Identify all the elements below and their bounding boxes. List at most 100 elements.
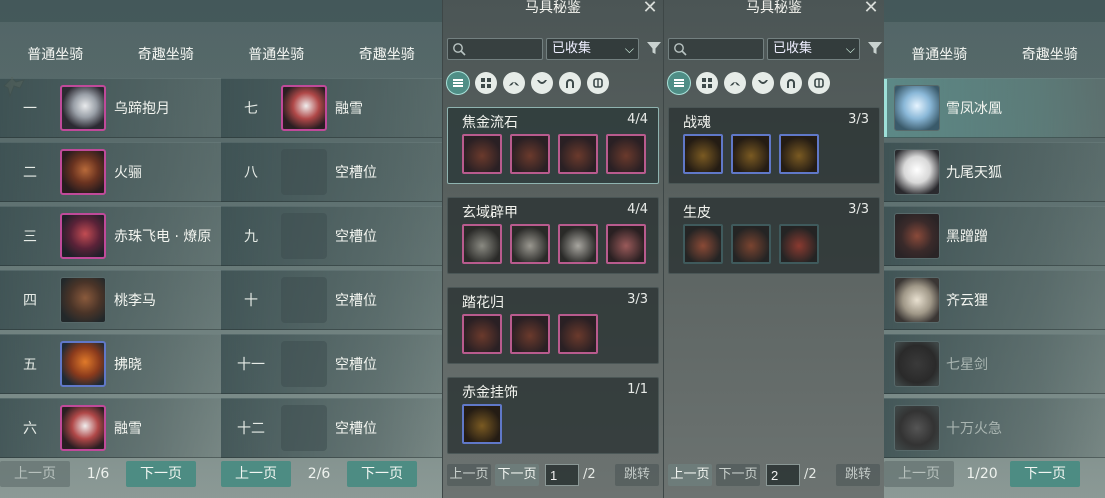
filter-icon[interactable] [646, 40, 662, 56]
leg-wrap-item-icon[interactable] [779, 224, 819, 264]
jump-button[interactable]: 跳转 [836, 464, 880, 486]
prev-page-button[interactable]: 上一页 [447, 464, 491, 486]
tack-set-card[interactable]: 赤金挂饰 1/1 [447, 377, 659, 454]
mount-row[interactable]: 十二 空槽位 [221, 398, 442, 458]
mount-row[interactable]: 八 空槽位 [221, 142, 442, 202]
next-page-button[interactable]: 下一页 [347, 461, 417, 487]
tack-set-card[interactable]: 战魂 3/3 [668, 107, 880, 184]
head-armor-icon[interactable] [724, 72, 746, 94]
pagination: 上一页 1/20 下一页 [884, 461, 1105, 487]
mount-row[interactable]: 一 乌蹄抱月 [0, 78, 221, 138]
leg-armor-item-icon[interactable] [558, 134, 598, 174]
leg-wrap-item-icon[interactable] [558, 314, 598, 354]
mount-row[interactable]: 雪凤冰凰 [884, 78, 1105, 138]
all-category-icon[interactable] [668, 72, 690, 94]
next-page-button[interactable]: 下一页 [495, 464, 539, 486]
collection-filter-select[interactable]: 已收集 ⌵ [767, 38, 860, 60]
chest-armor-item-icon[interactable] [510, 134, 550, 174]
mount-row[interactable]: 十 空槽位 [221, 270, 442, 330]
tack-set-card[interactable]: 生皮 3/3 [668, 197, 880, 274]
mount-name: 火骊 [114, 165, 142, 181]
prev-page-button[interactable]: 上一页 [884, 461, 954, 487]
fun-mount-list-panel: 普通坐骑 奇趣坐骑 雪凤冰凰 九尾天狐 黑蹭蹭 齐云狸 七星剑 十万火急 上一页… [884, 0, 1105, 498]
search-field[interactable] [447, 38, 543, 60]
all-category-icon[interactable] [447, 72, 469, 94]
leg-armor-item-icon[interactable] [558, 224, 598, 264]
tab-fun-mounts[interactable]: 奇趣坐骑 [111, 44, 222, 64]
mount-row[interactable]: 五 拂晓 [0, 334, 221, 394]
saddle-icon[interactable] [752, 72, 774, 94]
page-indicator: 1/6 [86, 466, 110, 482]
set-count: 3/3 [848, 202, 869, 217]
ornament-icon[interactable] [587, 72, 609, 94]
close-icon[interactable]: ✕ [641, 0, 659, 18]
mount-row[interactable]: 黑蹭蹭 [884, 206, 1105, 266]
head-armor-item-icon[interactable] [462, 134, 502, 174]
close-icon[interactable]: ✕ [862, 0, 880, 18]
tack-set-card[interactable]: 踏花归 3/3 [447, 287, 659, 364]
mount-row[interactable]: 九 空槽位 [221, 206, 442, 266]
bridle-item-icon[interactable] [462, 314, 502, 354]
mount-row[interactable]: 齐云狸 [884, 270, 1105, 330]
mount-row[interactable]: 七 融雪 [221, 78, 442, 138]
top-strip [884, 0, 1105, 22]
tab-fun-mounts[interactable]: 奇趣坐骑 [995, 44, 1105, 64]
mount-row[interactable]: 六 融雪 [0, 398, 221, 458]
top-strip [221, 0, 442, 22]
mount-row[interactable]: 七星剑 [884, 334, 1105, 394]
next-page-button[interactable]: 下一页 [716, 464, 760, 486]
tack-set-card[interactable]: 玄域辟甲 4/4 [447, 197, 659, 274]
horseshoe-icon[interactable] [780, 72, 802, 94]
next-page-button[interactable]: 下一页 [126, 461, 196, 487]
mount-row[interactable]: 十万火急 [884, 398, 1105, 458]
saddle-icon[interactable] [531, 72, 553, 94]
mount-row[interactable]: 三 赤珠飞电 · 燎原 [0, 206, 221, 266]
saddle-item-icon[interactable] [731, 134, 771, 174]
collection-filter-select[interactable]: 已收集 ⌵ [546, 38, 639, 60]
page-number-input[interactable] [545, 464, 579, 486]
horseshoe-icon[interactable] [559, 72, 581, 94]
bridle-item-icon[interactable] [683, 224, 723, 264]
prev-page-button[interactable]: 上一页 [221, 461, 291, 487]
empty-slot-icon [281, 405, 327, 451]
jump-button[interactable]: 跳转 [615, 464, 659, 486]
wing-ornament-item-icon[interactable] [606, 134, 646, 174]
slot-number: 十 [244, 293, 258, 309]
filter-icon[interactable] [867, 40, 883, 56]
mount-row[interactable]: 四 桃李马 [0, 270, 221, 330]
white-horse-icon [281, 85, 327, 131]
search-input[interactable] [470, 41, 540, 57]
mount-tabs: 普通坐骑 奇趣坐骑 [884, 44, 1105, 64]
leg-wrap-item-icon[interactable] [779, 134, 819, 174]
saddle-item-icon[interactable] [510, 314, 550, 354]
search-field[interactable] [668, 38, 764, 60]
shield-item-icon[interactable] [606, 224, 646, 264]
tab-normal-mounts[interactable]: 普通坐骑 [221, 44, 332, 64]
search-input[interactable] [691, 41, 761, 57]
head-armor-icon[interactable] [503, 72, 525, 94]
tab-normal-mounts[interactable]: 普通坐骑 [0, 44, 111, 64]
bridle-item-icon[interactable] [683, 134, 723, 174]
prev-page-button[interactable]: 上一页 [0, 461, 70, 487]
mount-row[interactable]: 二 火骊 [0, 142, 221, 202]
gold-ornament-item-icon[interactable] [462, 404, 502, 444]
head-armor-item-icon[interactable] [462, 224, 502, 264]
page-number-input[interactable] [766, 464, 800, 486]
select-value: 已收集 [552, 41, 592, 56]
page-total: /2 [804, 467, 817, 482]
brown-horse-icon [60, 149, 106, 195]
next-page-button[interactable]: 下一页 [1010, 461, 1080, 487]
mount-tabs: 普通坐骑 奇趣坐骑 [0, 44, 221, 64]
grid-category-icon[interactable] [696, 72, 718, 94]
chest-armor-item-icon[interactable] [510, 224, 550, 264]
prev-page-button[interactable]: 上一页 [668, 464, 712, 486]
grid-category-icon[interactable] [475, 72, 497, 94]
tab-normal-mounts[interactable]: 普通坐骑 [884, 44, 995, 64]
ornament-icon[interactable] [808, 72, 830, 94]
mount-row[interactable]: 十一 空槽位 [221, 334, 442, 394]
saddle-item-icon[interactable] [731, 224, 771, 264]
tack-set-card[interactable]: 焦金流石 4/4 [447, 107, 659, 184]
mount-row[interactable]: 九尾天狐 [884, 142, 1105, 202]
empty-slot-icon [281, 213, 327, 259]
tab-fun-mounts[interactable]: 奇趣坐骑 [332, 44, 443, 64]
